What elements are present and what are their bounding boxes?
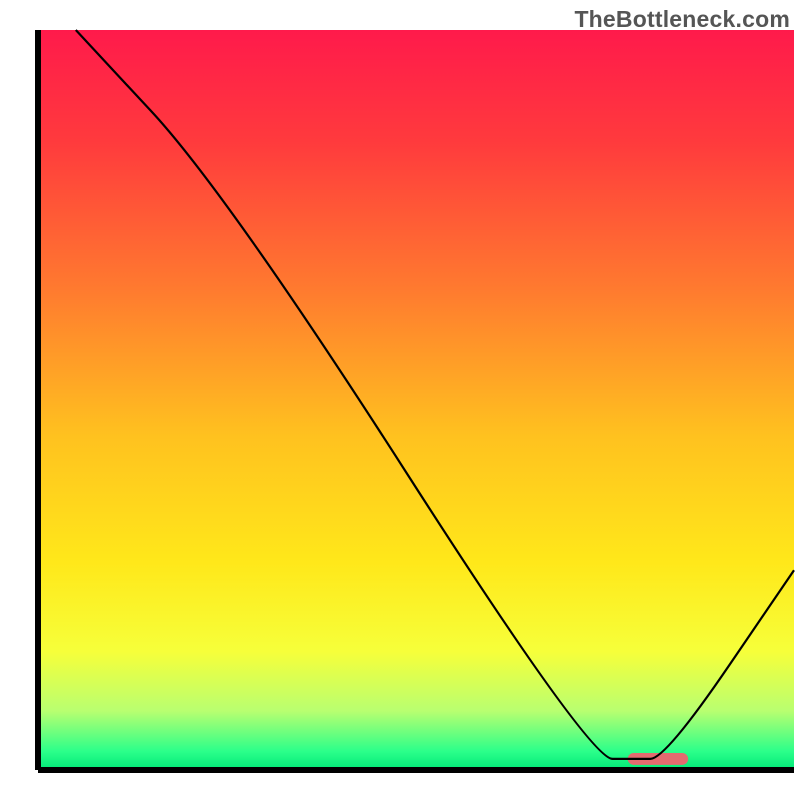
bottleneck-chart [0,0,800,800]
chart-container: TheBottleneck.com [0,0,800,800]
watermark-text: TheBottleneck.com [574,6,790,33]
plot-background [38,30,794,770]
